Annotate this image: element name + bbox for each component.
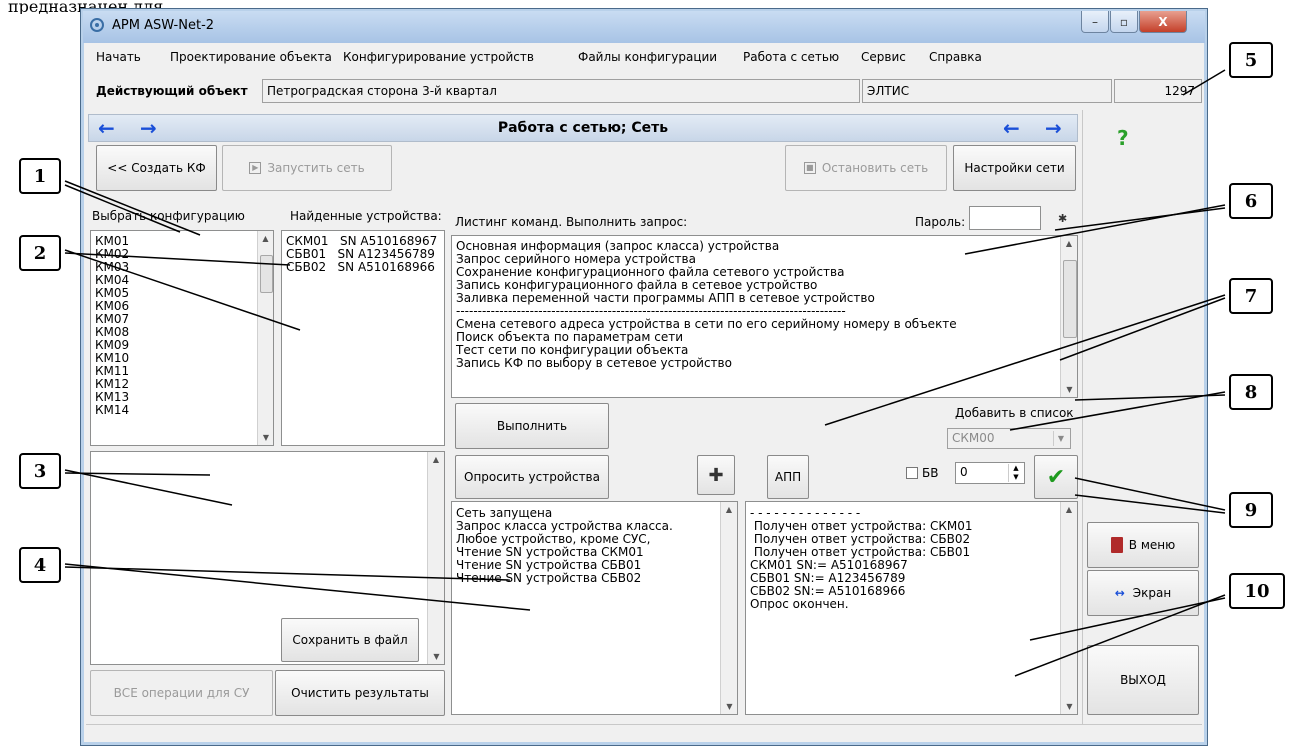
found-devices-label: Найденные устройства:	[290, 209, 442, 223]
forward-arrow-right-icon[interactable]: →	[1045, 118, 1062, 138]
callout-6: 6	[1229, 183, 1273, 219]
poll-devices-button[interactable]: Опросить устройства	[455, 455, 609, 499]
bv-value: 0	[960, 465, 968, 479]
object-number-field: 1297	[1114, 79, 1202, 103]
screen-label: Экран	[1132, 586, 1172, 600]
password-label: Пароль:	[915, 215, 966, 229]
response-log-scrollbar[interactable]: ▲ ▼	[1060, 502, 1077, 714]
menu-device-config[interactable]: Конфигурирование устройств	[343, 50, 534, 64]
back-arrow-icon[interactable]: ←	[98, 118, 115, 138]
title-bar	[83, 11, 1205, 43]
stepper-arrows-icon: ▲ ▼	[1008, 464, 1023, 482]
commands-list[interactable]: Основная информация (запрос класса) устр…	[451, 235, 1078, 398]
key-icon[interactable]: ✱	[1058, 212, 1067, 225]
close-button[interactable]: X	[1139, 11, 1187, 33]
response-log[interactable]: - - - - - - - - - - - - - - Получен отве…	[745, 501, 1078, 715]
add-to-list-dropdown[interactable]: СКМ00 ▼	[947, 428, 1071, 449]
commands-label: Листинг команд. Выполнить запрос:	[455, 215, 688, 229]
maximize-button[interactable]: ▫	[1110, 11, 1138, 33]
request-log-line[interactable]: Чтение SN устройства СБВ02	[456, 572, 673, 585]
menu-object-design[interactable]: Проектирование объекта	[170, 50, 332, 64]
section-header: Работа с сетью; Сеть	[88, 114, 1078, 142]
commands-scrollbar[interactable]: ▲ ▼	[1060, 236, 1077, 397]
stop-network-button[interactable]: ■ Остановить сеть	[785, 145, 947, 191]
menu-network[interactable]: Работа с сетью	[743, 50, 839, 64]
menu-config-files[interactable]: Файлы конфигурации	[578, 50, 717, 64]
menu-service[interactable]: Сервис	[861, 50, 906, 64]
password-input[interactable]	[969, 206, 1041, 230]
help-icon[interactable]: ?	[1117, 126, 1129, 150]
exit-button[interactable]: ВЫХОД	[1087, 645, 1199, 715]
chevron-down-icon: ▼	[1053, 431, 1068, 446]
config-list-label: Выбрать конфигурацию	[92, 209, 245, 223]
command-list-item[interactable]: Запись КФ по выбору в сетевое устройство	[456, 357, 957, 370]
clear-results-button[interactable]: Очистить результаты	[275, 670, 445, 716]
config-list[interactable]: КМ01 КМ02 КМ03 КМ04 КМ05 КМ06 КМ07 КМ08 КМ09 КМ10…	[90, 230, 274, 446]
back-arrow-right-icon[interactable]: ←	[1003, 118, 1020, 138]
forward-arrow-icon[interactable]: →	[140, 118, 157, 138]
config-list-item[interactable]: КМ14	[95, 404, 129, 417]
screen-button[interactable]: ↔ Экран	[1087, 570, 1199, 616]
callout-5: 5	[1229, 42, 1273, 78]
play-icon: ▶	[249, 162, 262, 174]
stop-network-label: Остановить сеть	[821, 161, 929, 175]
start-network-button[interactable]: ▶ Запустить сеть	[222, 145, 392, 191]
response-log-line[interactable]: Опрос окончен.	[750, 598, 973, 611]
to-menu-label: В меню	[1128, 538, 1176, 552]
request-log-scrollbar[interactable]: ▲ ▼	[720, 502, 737, 714]
bv-label: БВ	[922, 466, 939, 480]
callout-9: 9	[1229, 492, 1273, 528]
menu-help[interactable]: Справка	[929, 50, 982, 64]
results-scrollbar[interactable]: ▲ ▼	[427, 452, 444, 664]
section-title: Работа с сетью; Сеть	[497, 120, 669, 136]
network-settings-button[interactable]: Настройки сети	[953, 145, 1076, 191]
object-org-field: ЭЛТИС	[862, 79, 1112, 103]
bv-checkbox[interactable]	[906, 467, 918, 479]
callout-8: 8	[1229, 374, 1273, 410]
plus-icon[interactable]: ✚	[697, 455, 735, 495]
status-bar	[86, 724, 1202, 742]
config-list-scrollbar[interactable]: ▲ ▼	[257, 231, 273, 445]
create-kf-button[interactable]: << Создать КФ	[96, 145, 217, 191]
minimize-button[interactable]: –	[1081, 11, 1109, 33]
menu-start[interactable]: Начать	[96, 50, 141, 64]
bv-stepper[interactable]: 0 ▲ ▼	[955, 462, 1025, 484]
request-log[interactable]: Сеть запущена Запрос класса устройства кл…	[451, 501, 738, 715]
all-operations-button[interactable]: ВСЕ операции для СУ	[90, 670, 273, 716]
stop-icon: ■	[803, 162, 816, 174]
side-panel	[1082, 110, 1204, 726]
to-menu-button[interactable]: В меню	[1087, 522, 1199, 568]
window-title: АРМ ASW-Net-2	[112, 18, 215, 33]
callout-10: 10	[1229, 573, 1285, 609]
device-list-item[interactable]: СБВ02 SN A510168966	[286, 261, 437, 274]
callout-4: 4	[19, 547, 61, 583]
add-to-list-value: СКМ00	[952, 431, 995, 445]
callout-2: 2	[19, 235, 61, 271]
app-button[interactable]: АПП	[767, 455, 809, 499]
callout-1: 1	[19, 158, 61, 194]
object-name-field: Петроградская сторона 3-й квартал	[262, 79, 860, 103]
execute-button[interactable]: Выполнить	[455, 403, 609, 449]
resize-arrows-icon: ↔	[1114, 586, 1125, 600]
door-exit-icon	[1110, 537, 1123, 553]
found-devices-list[interactable]: СКМ01 SN A510168967 СБВ01 SN A123456789 СБ…	[281, 230, 445, 446]
start-network-label: Запустить сеть	[267, 161, 365, 175]
save-to-file-button[interactable]: Сохранить в файл	[281, 618, 419, 662]
callout-7: 7	[1229, 278, 1273, 314]
add-to-list-label: Добавить в список	[955, 406, 1074, 420]
callout-3: 3	[19, 453, 61, 489]
app-icon	[88, 17, 106, 33]
ok-check-button[interactable]: ✔	[1034, 455, 1078, 499]
current-object-label: Действующий объект	[96, 84, 248, 98]
